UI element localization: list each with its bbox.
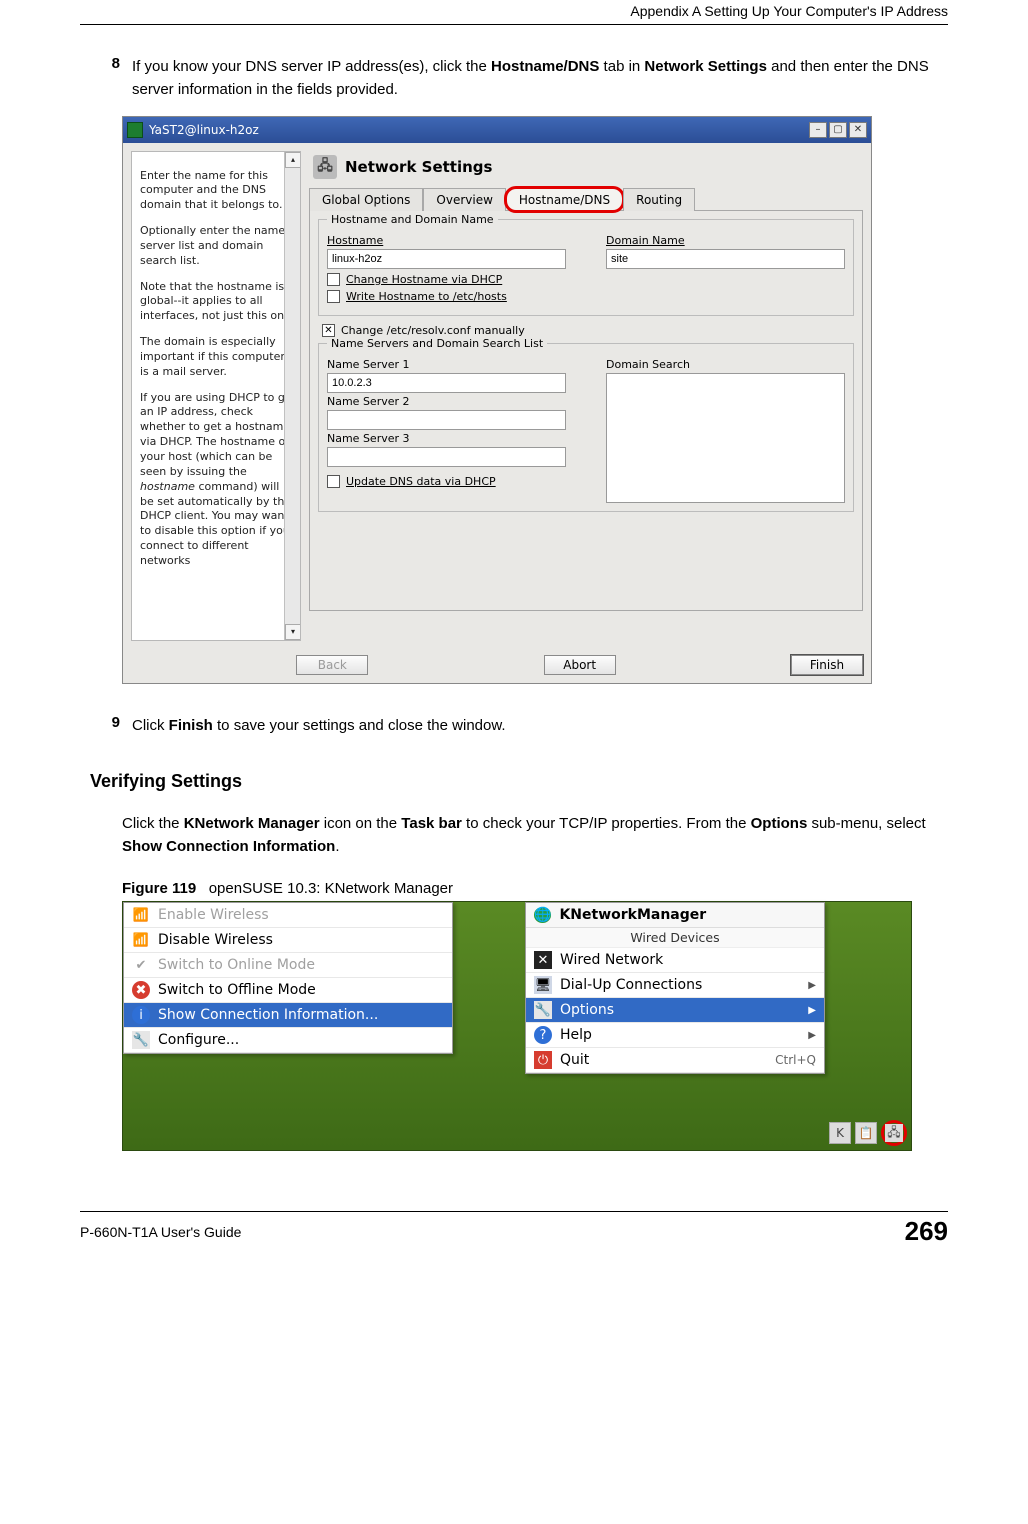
chk-change-hostname-dhcp[interactable] <box>327 273 340 286</box>
domain-name-input[interactable] <box>606 249 845 269</box>
window-title: YaST2@linux-h2oz <box>149 123 803 137</box>
chk-write-hostname-hosts[interactable] <box>327 290 340 303</box>
minimize-button[interactable]: – <box>809 122 827 138</box>
domain-search-label: Domain Search <box>606 358 845 371</box>
chk-update-dns-dhcp[interactable] <box>327 475 340 488</box>
ns1-input[interactable] <box>327 373 566 393</box>
online-icon: ✔ <box>132 956 150 974</box>
wrench-icon: 🔧 <box>534 1001 552 1019</box>
help-icon: ? <box>534 1026 552 1044</box>
menu-disable-wireless[interactable]: 📶Disable Wireless <box>124 928 452 953</box>
options-submenu: 📶Enable Wireless 📶Disable Wireless ✔Swit… <box>123 902 453 1054</box>
figure-caption: Figure 119 openSUSE 10.3: KNetwork Manag… <box>122 880 948 897</box>
info-icon: i <box>132 1006 150 1024</box>
chk-change-resolv-manually[interactable] <box>322 324 335 337</box>
knetworkmanager-screenshot: 📶Enable Wireless 📶Disable Wireless ✔Swit… <box>122 901 912 1151</box>
tab-routing[interactable]: Routing <box>623 188 695 211</box>
menu-help[interactable]: ?Help▶ <box>526 1023 824 1048</box>
menu-wired-network[interactable]: ✕Wired Network <box>526 948 824 973</box>
chevron-right-icon: ▶ <box>808 980 816 991</box>
scroll-up-button[interactable]: ▴ <box>285 152 301 168</box>
tray-k-icon[interactable]: K <box>829 1122 851 1144</box>
hostname-input[interactable] <box>327 249 566 269</box>
menu-enable-wireless: 📶Enable Wireless <box>124 903 452 928</box>
tab-overview[interactable]: Overview <box>423 188 506 211</box>
group-name-servers: Name Servers and Domain Search List <box>327 337 547 350</box>
footer-page-number: 269 <box>905 1216 948 1247</box>
offline-icon: ✖ <box>132 981 150 999</box>
quit-icon: ⏻ <box>534 1051 552 1069</box>
scroll-down-button[interactable]: ▾ <box>285 624 301 640</box>
checkbox-icon: ✕ <box>534 951 552 969</box>
back-button: Back <box>296 655 368 675</box>
tray-network-icon[interactable]: 🖧 <box>885 1124 903 1142</box>
step-8-number: 8 <box>98 55 132 102</box>
hostname-label: Hostname <box>327 234 566 247</box>
wired-devices-subhead: Wired Devices <box>526 928 824 948</box>
menu-show-connection-info[interactable]: iShow Connection Information... <box>124 1003 452 1028</box>
wrench-icon: 🔧 <box>132 1031 150 1049</box>
system-tray: K 📋 🖧 <box>829 1120 907 1146</box>
network-settings-heading: 🖧 Network Settings <box>309 151 863 187</box>
step-8-text: If you know your DNS server IP address(e… <box>132 55 948 102</box>
wireless-off-icon: 📶 <box>132 931 150 949</box>
chevron-right-icon: ▶ <box>808 1030 816 1041</box>
menu-switch-online: ✔Switch to Online Mode <box>124 953 452 978</box>
knetworkmanager-menu: 🌐KNetworkManager Wired Devices ✕Wired Ne… <box>525 902 825 1074</box>
step-8: 8 If you know your DNS server IP address… <box>98 55 948 102</box>
tray-clipboard-icon[interactable]: 📋 <box>855 1122 877 1144</box>
tab-hostname-dns[interactable]: Hostname/DNS <box>506 188 623 211</box>
close-button[interactable]: ✕ <box>849 122 867 138</box>
menu-quit[interactable]: ⏻QuitCtrl+Q <box>526 1048 824 1073</box>
group-hostname-domain: Hostname and Domain Name <box>327 213 498 226</box>
section-verifying-settings: Verifying Settings <box>90 771 948 792</box>
globe-icon: 🌐 <box>534 907 551 923</box>
network-settings-icon: 🖧 <box>313 155 337 179</box>
yast-window: YaST2@linux-h2oz – ▢ ✕ Enter the name fo… <box>122 116 872 684</box>
finish-button[interactable]: Finish <box>791 655 863 675</box>
ns1-label: Name Server 1 <box>327 358 566 371</box>
knetworkmanager-title: 🌐KNetworkManager <box>526 903 824 928</box>
menu-configure[interactable]: 🔧Configure... <box>124 1028 452 1053</box>
maximize-button[interactable]: ▢ <box>829 122 847 138</box>
domain-search-box[interactable] <box>606 373 845 503</box>
menu-options[interactable]: 🔧Options▶ <box>526 998 824 1023</box>
monitor-icon: 🖥 <box>534 976 552 994</box>
chevron-right-icon: ▶ <box>808 1005 816 1016</box>
tray-network-icon-highlight: 🖧 <box>881 1120 907 1146</box>
domain-name-label: Domain Name <box>606 234 845 247</box>
tab-global-options[interactable]: Global Options <box>309 188 423 211</box>
footer-guide: P-660N-T1A User's Guide <box>80 1224 241 1240</box>
help-scrollbar[interactable]: ▴ ▾ <box>284 152 300 640</box>
ns2-input[interactable] <box>327 410 566 430</box>
abort-button[interactable]: Abort <box>544 655 616 675</box>
yast-app-icon <box>127 122 143 138</box>
titlebar: YaST2@linux-h2oz – ▢ ✕ <box>123 117 871 143</box>
step-9-number: 9 <box>98 714 132 737</box>
header-chapter: Appendix A Setting Up Your Computer's IP… <box>630 3 948 19</box>
step-9: 9 Click Finish to save your settings and… <box>98 714 948 737</box>
help-panel: Enter the name for this computer and the… <box>131 151 301 641</box>
verify-paragraph: Click the KNetwork Manager icon on the T… <box>122 812 948 859</box>
menu-switch-offline[interactable]: ✖Switch to Offline Mode <box>124 978 452 1003</box>
wireless-icon: 📶 <box>132 906 150 924</box>
ns3-input[interactable] <box>327 447 566 467</box>
menu-dialup[interactable]: 🖥Dial-Up Connections▶ <box>526 973 824 998</box>
ns2-label: Name Server 2 <box>327 395 566 408</box>
step-9-text: Click Finish to save your settings and c… <box>132 714 506 737</box>
ns3-label: Name Server 3 <box>327 432 566 445</box>
